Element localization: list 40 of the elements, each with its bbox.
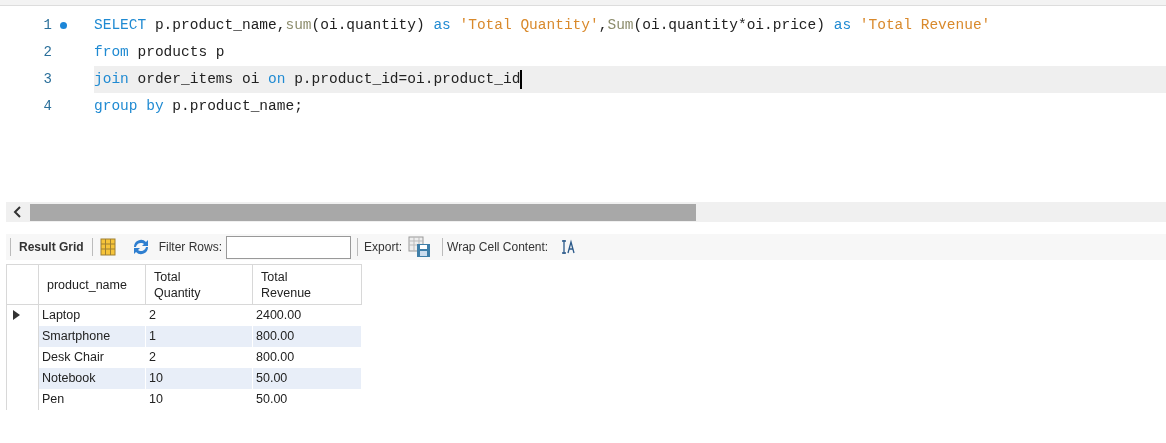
filter-rows-label: Filter Rows: <box>158 239 223 256</box>
line-number: 1 <box>42 16 52 35</box>
table-cell: Pen <box>38 388 146 410</box>
code-text: group by p.product_name; <box>94 96 303 116</box>
line-number: 3 <box>42 70 52 89</box>
scroll-left-icon[interactable] <box>13 206 23 218</box>
scrollbar-thumb[interactable] <box>30 203 696 221</box>
filter-rows-field[interactable] <box>226 235 352 259</box>
wrap-text-icon[interactable] <box>560 239 577 255</box>
code-text: from products p <box>94 42 225 62</box>
result-grid-tab[interactable]: Result Grid <box>11 238 92 256</box>
table-cell: 50.00 <box>252 388 362 410</box>
line-number: 2 <box>42 43 52 62</box>
columns-icon[interactable] <box>99 238 116 256</box>
table-cell: 50.00 <box>252 367 362 389</box>
table-cell: Smartphone <box>38 325 146 347</box>
table-cell: 800.00 <box>252 325 362 347</box>
table-cell: 1 <box>145 325 253 347</box>
code-text: SELECT p.product_name,sum(oi.quantity) as 'Total Quantity',Sum(oi.quantity*oi.price) as 'Total Revenue' <box>94 15 991 35</box>
table-cell: 10 <box>145 388 253 410</box>
table-cell: 2400.00 <box>252 304 362 326</box>
code-text: join order_items oi on p.product_id=oi.product_id <box>94 69 521 89</box>
wrap-cell-content-label: Wrap Cell Content: <box>447 239 549 256</box>
table-cell: Laptop <box>38 304 146 326</box>
line-number: 4 <box>42 97 52 116</box>
export-label: Export: <box>364 239 403 256</box>
table-cell: 800.00 <box>252 346 362 368</box>
table-cell: Desk Chair <box>38 346 146 368</box>
current-row-icon <box>13 310 20 321</box>
export-icon[interactable] <box>408 236 433 258</box>
text-cursor <box>520 70 522 89</box>
table-cell: 2 <box>145 304 253 326</box>
table-cell: 10 <box>145 367 253 389</box>
table-cell: 2 <box>145 346 253 368</box>
row-header[interactable] <box>6 304 39 326</box>
column-header[interactable]: product_name <box>38 264 146 305</box>
row-header-corner <box>6 264 39 305</box>
table-cell: Notebook <box>38 367 146 389</box>
column-header[interactable]: Total Quantity <box>145 264 253 305</box>
column-header[interactable]: Total Revenue <box>252 264 362 305</box>
